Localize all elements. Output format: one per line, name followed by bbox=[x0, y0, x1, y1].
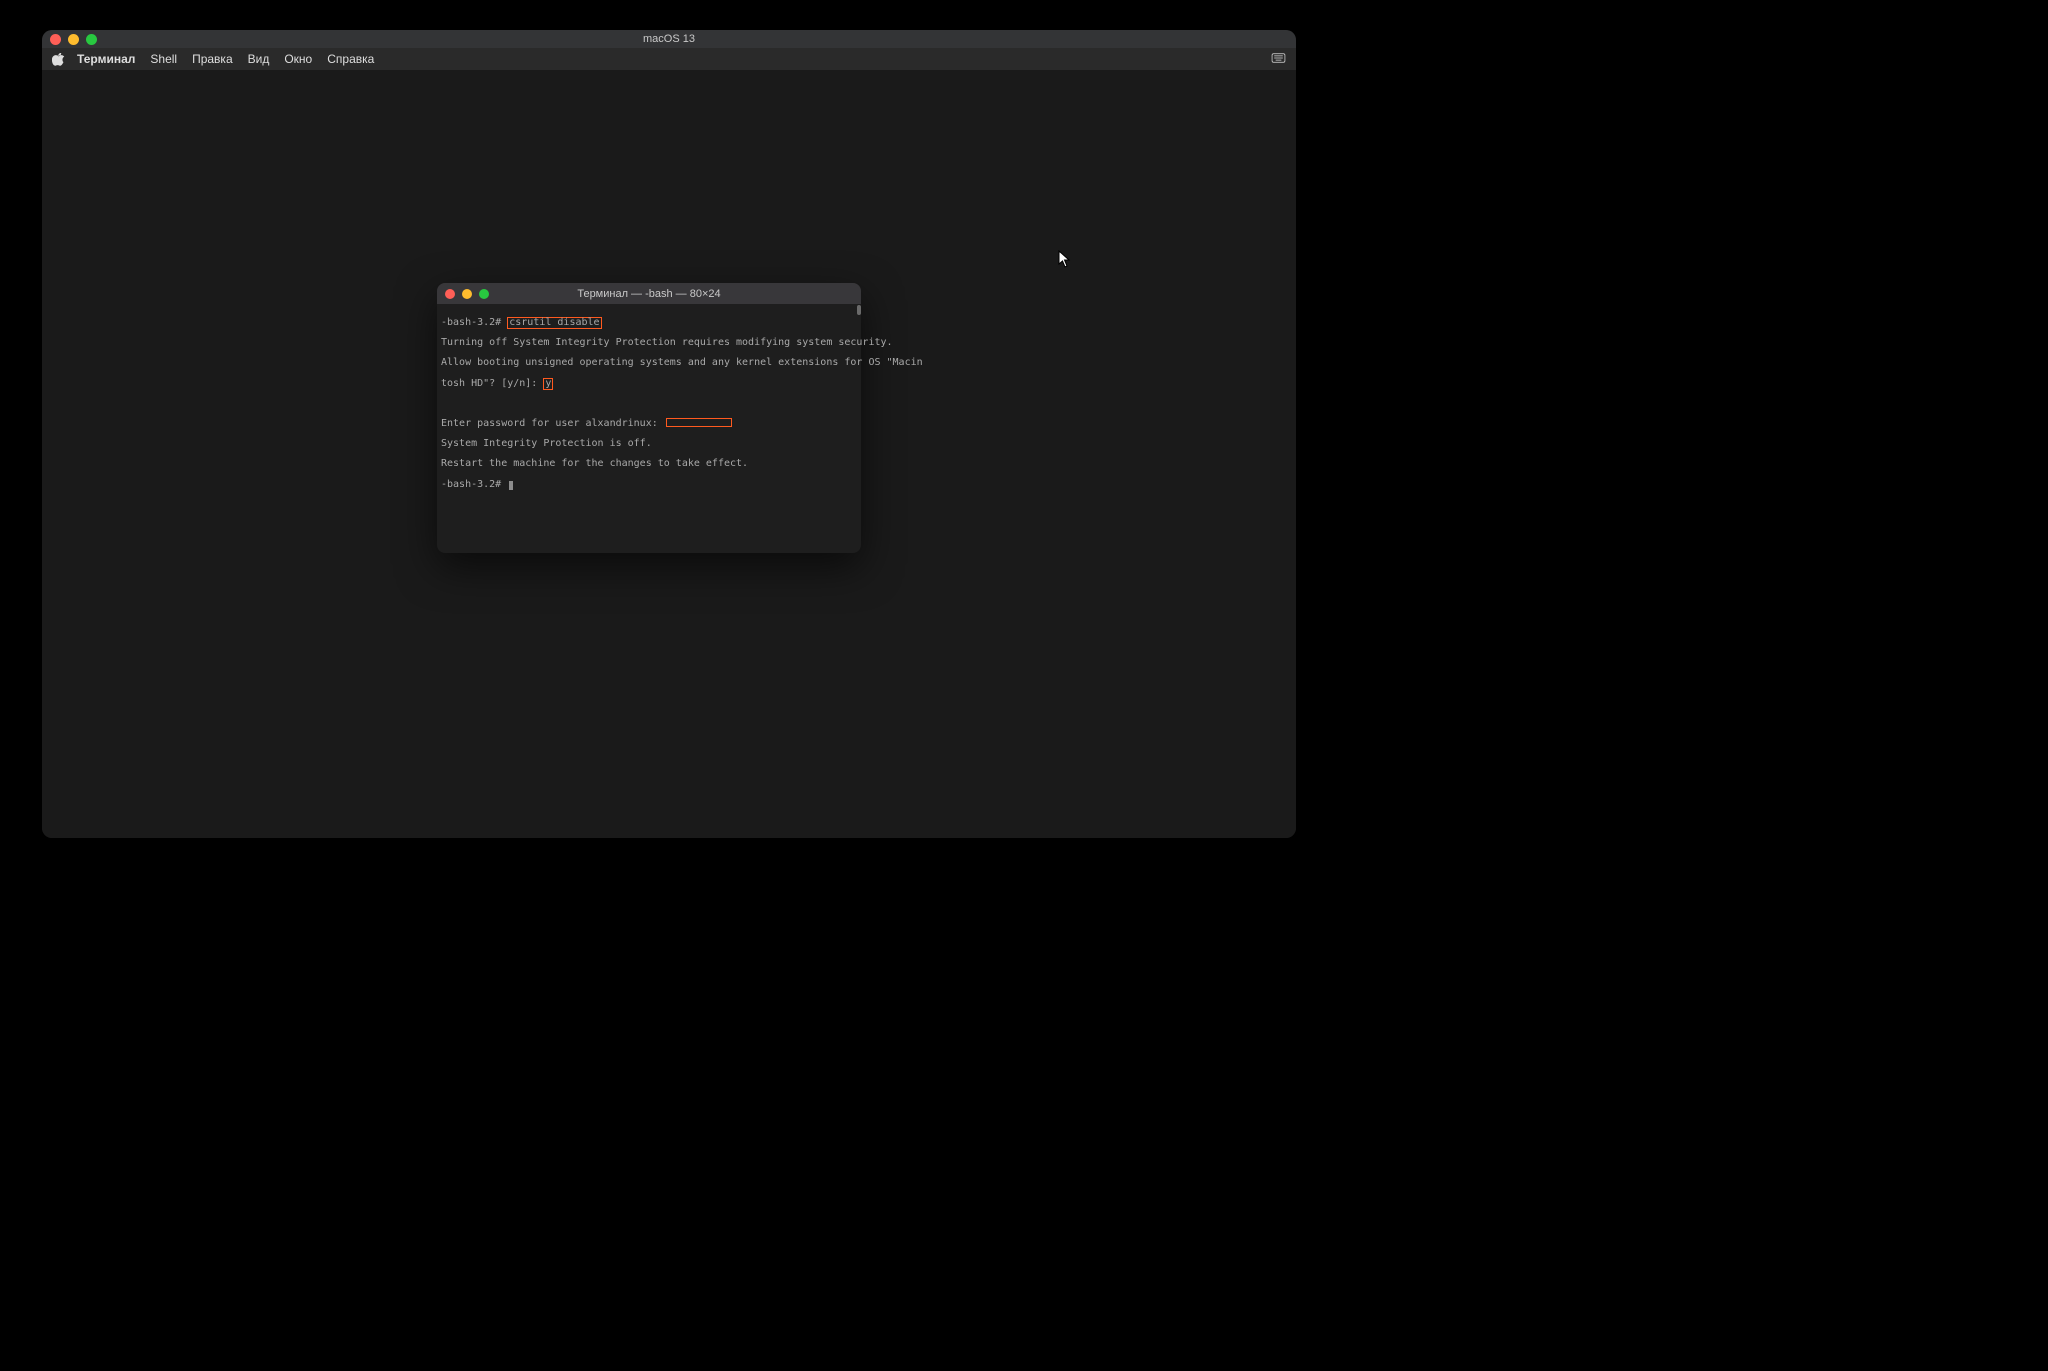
terminal-content[interactable]: -bash-3.2# csrutil disable Turning off S… bbox=[437, 304, 861, 510]
terminal-output-line: Allow booting unsigned operating systems… bbox=[441, 358, 857, 368]
zoom-icon[interactable] bbox=[479, 289, 489, 299]
highlighted-command: csrutil disable bbox=[507, 317, 601, 329]
minimize-icon[interactable] bbox=[462, 289, 472, 299]
terminal-cursor-icon bbox=[509, 481, 513, 490]
terminal-output-line: Enter password for user alxandrinux: bbox=[441, 418, 664, 429]
menu-app-name[interactable]: Терминал bbox=[77, 52, 135, 66]
macos-desktop[interactable]: Терминал — -bash — 80×24 -bash-3.2# csru… bbox=[42, 70, 1296, 838]
menu-window[interactable]: Окно bbox=[284, 52, 312, 66]
highlighted-answer: y bbox=[543, 378, 553, 390]
menu-help[interactable]: Справка bbox=[327, 52, 374, 66]
vm-titlebar[interactable]: macOS 13 bbox=[42, 30, 1296, 48]
terminal-output-line: Turning off System Integrity Protection … bbox=[441, 338, 857, 348]
apple-logo-icon[interactable] bbox=[52, 53, 65, 66]
terminal-window[interactable]: Терминал — -bash — 80×24 -bash-3.2# csru… bbox=[437, 283, 861, 553]
close-icon[interactable] bbox=[50, 34, 61, 45]
zoom-icon[interactable] bbox=[86, 34, 97, 45]
highlighted-password-input bbox=[666, 418, 732, 427]
terminal-traffic-lights bbox=[445, 283, 489, 304]
close-icon[interactable] bbox=[445, 289, 455, 299]
mouse-cursor-icon bbox=[1058, 250, 1072, 268]
menu-edit[interactable]: Правка bbox=[192, 52, 233, 66]
menu-shell[interactable]: Shell bbox=[150, 52, 177, 66]
terminal-prompt: -bash-3.2# bbox=[441, 479, 507, 490]
terminal-titlebar[interactable]: Терминал — -bash — 80×24 bbox=[437, 283, 861, 304]
terminal-prompt: -bash-3.2# bbox=[441, 317, 507, 328]
keyboard-input-icon[interactable] bbox=[1271, 52, 1286, 66]
terminal-blank-line bbox=[441, 399, 857, 409]
macos-menubar: Терминал Shell Правка Вид Окно Справка bbox=[42, 48, 1296, 70]
vm-window-title: macOS 13 bbox=[643, 33, 695, 45]
terminal-output-line: tosh HD"? [y/n]: bbox=[441, 378, 543, 389]
terminal-output-line: Restart the machine for the changes to t… bbox=[441, 459, 857, 469]
vm-window: macOS 13 Терминал Shell Правка Вид Окно … bbox=[42, 30, 1296, 838]
terminal-output-line: System Integrity Protection is off. bbox=[441, 439, 857, 449]
minimize-icon[interactable] bbox=[68, 34, 79, 45]
menu-view[interactable]: Вид bbox=[248, 52, 270, 66]
terminal-window-title: Терминал — -bash — 80×24 bbox=[577, 288, 720, 300]
vm-traffic-lights bbox=[50, 30, 97, 48]
